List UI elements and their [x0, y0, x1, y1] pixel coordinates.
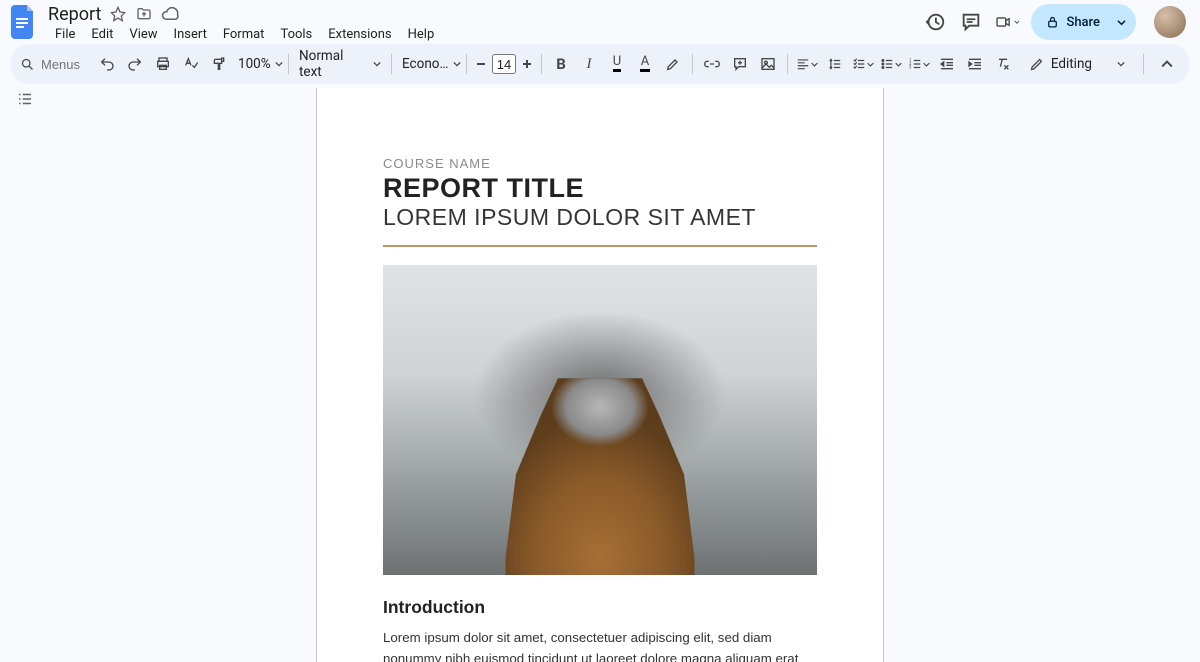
- editing-mode-button[interactable]: Editing: [1021, 52, 1133, 76]
- numbered-list-icon[interactable]: 123: [906, 51, 932, 77]
- italic-icon[interactable]: I: [576, 51, 602, 77]
- share-label: Share: [1066, 15, 1100, 30]
- line-spacing-icon[interactable]: [822, 51, 848, 77]
- separator: [1143, 54, 1144, 74]
- caret-icon: [275, 56, 283, 72]
- doc-title[interactable]: Report: [48, 4, 101, 25]
- toolbar-search[interactable]: [20, 57, 92, 72]
- indent-decrease-icon[interactable]: [934, 51, 960, 77]
- menu-insert[interactable]: Insert: [167, 25, 214, 44]
- mode-label: Editing: [1051, 56, 1092, 72]
- insert-link-icon[interactable]: [699, 51, 725, 77]
- menu-tools[interactable]: Tools: [273, 25, 319, 44]
- menu-file[interactable]: File: [48, 25, 82, 44]
- fontsize-increase[interactable]: [519, 56, 535, 72]
- docs-logo[interactable]: [10, 4, 38, 40]
- zoom-value: 100%: [238, 56, 271, 72]
- menu-help[interactable]: Help: [401, 25, 442, 44]
- caret-icon: [453, 56, 461, 72]
- document-scroll[interactable]: COURSE NAME REPORT TITLE LOREM IPSUM DOL…: [0, 88, 1200, 662]
- fontsize-decrease[interactable]: [473, 56, 489, 72]
- align-icon[interactable]: [794, 51, 820, 77]
- share-group: Share: [1031, 4, 1136, 40]
- separator: [288, 54, 289, 74]
- undo-icon[interactable]: [94, 51, 120, 77]
- menubar: File Edit View Insert Format Tools Exten…: [48, 24, 913, 44]
- insert-image-icon[interactable]: [755, 51, 781, 77]
- paint-format-icon[interactable]: [206, 51, 232, 77]
- clear-formatting-icon[interactable]: [990, 51, 1016, 77]
- share-button[interactable]: Share: [1031, 4, 1114, 40]
- font-value: Econo…: [402, 56, 449, 72]
- bold-icon[interactable]: B: [548, 51, 574, 77]
- underline-icon[interactable]: U: [604, 51, 630, 77]
- highlight-icon[interactable]: [660, 51, 686, 77]
- document-page[interactable]: COURSE NAME REPORT TITLE LOREM IPSUM DOL…: [317, 88, 883, 662]
- report-title[interactable]: REPORT TITLE: [383, 173, 817, 204]
- indent-increase-icon[interactable]: [962, 51, 988, 77]
- comments-icon[interactable]: [959, 10, 983, 34]
- menu-extensions[interactable]: Extensions: [321, 25, 398, 44]
- menu-edit[interactable]: Edit: [84, 25, 120, 44]
- account-avatar[interactable]: [1154, 6, 1186, 38]
- course-name[interactable]: COURSE NAME: [383, 156, 817, 171]
- font-select[interactable]: Econo…: [398, 56, 460, 72]
- checklist-icon[interactable]: [850, 51, 876, 77]
- fontsize-input[interactable]: [492, 54, 516, 74]
- bulleted-list-icon[interactable]: [878, 51, 904, 77]
- section-heading[interactable]: Introduction: [383, 597, 817, 618]
- share-caret[interactable]: [1114, 18, 1136, 27]
- caret-icon: [373, 56, 381, 72]
- report-subtitle[interactable]: LOREM IPSUM DOLOR SIT AMET: [383, 204, 817, 231]
- cover-image[interactable]: [383, 265, 817, 575]
- divider: [383, 245, 817, 247]
- paragraph-style-select[interactable]: Normal text: [295, 48, 385, 80]
- zoom-select[interactable]: 100%: [234, 56, 282, 72]
- spellcheck-icon[interactable]: [178, 51, 204, 77]
- menu-view[interactable]: View: [122, 25, 164, 44]
- svg-text:3: 3: [909, 65, 912, 70]
- meet-icon[interactable]: [995, 10, 1019, 34]
- outline-toggle-icon[interactable]: [16, 90, 34, 112]
- toolbar-search-input[interactable]: [41, 57, 85, 72]
- separator: [541, 54, 542, 74]
- text-color-icon[interactable]: A: [632, 51, 658, 77]
- redo-icon[interactable]: [122, 51, 148, 77]
- print-icon[interactable]: [150, 51, 176, 77]
- star-icon[interactable]: [109, 5, 127, 23]
- collapse-toolbar-icon[interactable]: [1154, 51, 1180, 77]
- separator: [391, 54, 392, 74]
- style-value: Normal text: [299, 48, 369, 80]
- separator: [692, 54, 693, 74]
- toolbar: 100% Normal text Econo… B I U A 123 Edit…: [10, 44, 1190, 84]
- history-icon[interactable]: [923, 10, 947, 34]
- add-comment-icon[interactable]: [727, 51, 753, 77]
- cloud-status-icon[interactable]: [161, 5, 179, 23]
- body-paragraph[interactable]: Lorem ipsum dolor sit amet, consectetuer…: [383, 628, 817, 662]
- move-icon[interactable]: [135, 5, 153, 23]
- separator: [787, 54, 788, 74]
- menu-format[interactable]: Format: [216, 25, 272, 44]
- separator: [466, 54, 467, 74]
